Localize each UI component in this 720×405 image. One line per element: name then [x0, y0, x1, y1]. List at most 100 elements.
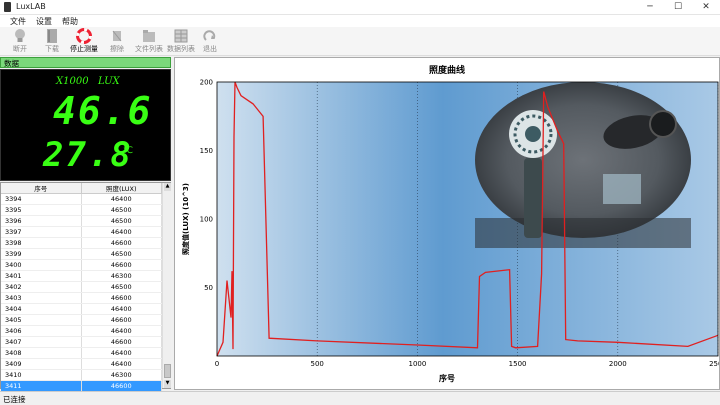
lux-cell: 46600 [81, 336, 162, 348]
index-cell: 3407 [1, 336, 82, 348]
lux-cell: 46400 [81, 303, 162, 315]
index-cell: 3408 [1, 347, 82, 359]
lux-cell: 46400 [81, 358, 162, 370]
chart-panel: 照度曲线 0500100015002000250050100150200 序号 … [174, 57, 720, 390]
lux-cell: 46400 [81, 347, 162, 359]
data-panel-header: 数据 [0, 57, 171, 68]
x-tick-label: 2500 [709, 360, 719, 368]
table-row[interactable]: 3398 46600 [1, 237, 162, 249]
index-cell: 3394 [1, 193, 82, 205]
table-row[interactable]: 3394 46400 [1, 193, 162, 205]
temperature-unit: ℃ [123, 146, 134, 156]
table-row[interactable]: 3395 46500 [1, 204, 162, 216]
photo-light-meter [603, 174, 641, 204]
index-cell: 3399 [1, 248, 82, 260]
lcd-display: X1000 LUX 46.6 27.8 ℃ [0, 69, 171, 181]
table-row[interactable]: 3410 46300 [1, 369, 162, 381]
menu-file[interactable]: 文件 [10, 16, 26, 27]
status-bar: 已连接 [0, 391, 720, 404]
x-tick-label: 1000 [408, 360, 426, 368]
erase-button[interactable]: 擦除 [100, 28, 134, 56]
lifebuoy-icon [76, 28, 92, 44]
table-header-row: 序号 照度(LUX) [1, 183, 162, 194]
lux-reading: 46.6 [53, 89, 153, 133]
table-row[interactable]: 3396 46500 [1, 215, 162, 227]
x-axis-label: 序号 [439, 373, 455, 383]
table-row[interactable]: 3397 46400 [1, 226, 162, 238]
y-tick-label: 150 [200, 147, 213, 155]
connection-status: 已连接 [3, 395, 26, 404]
y-tick-label: 50 [204, 284, 213, 292]
index-cell: 3411 [1, 380, 82, 392]
table-row[interactable]: 3400 46600 [1, 259, 162, 271]
minimize-button[interactable]: ─ [640, 0, 660, 15]
maximize-button[interactable]: ☐ [668, 0, 688, 15]
table-row[interactable]: 3402 46500 [1, 281, 162, 293]
table-row[interactable]: 3403 46600 [1, 292, 162, 304]
index-cell: 3410 [1, 369, 82, 381]
index-cell: 3395 [1, 204, 82, 216]
index-cell: 3398 [1, 237, 82, 249]
photo-background [475, 82, 691, 238]
lux-cell: 46600 [81, 259, 162, 271]
table-row[interactable]: 3407 46600 [1, 336, 162, 348]
index-cell: 3397 [1, 226, 82, 238]
lux-cell: 46600 [81, 314, 162, 326]
table-row[interactable]: 3401 46300 [1, 270, 162, 282]
table-row[interactable]: 3399 46500 [1, 248, 162, 260]
file-list-button[interactable]: 文件列表 [132, 28, 166, 56]
photo-table [475, 218, 691, 248]
y-tick-label: 200 [200, 79, 213, 87]
unit-label: LUX [98, 76, 120, 87]
download-button[interactable]: 下载 [35, 28, 69, 56]
vertical-scrollbar[interactable]: ▲ ▼ [162, 183, 171, 388]
table-row[interactable]: 3405 46600 [1, 314, 162, 326]
readings-table: 序号 照度(LUX) 3394 46400 3395 46500 3396 46500 33… [1, 183, 162, 392]
close-button[interactable]: ✕ [696, 0, 716, 15]
index-cell: 3406 [1, 325, 82, 337]
window-title: LuxLAB [16, 2, 46, 11]
lux-cell: 46500 [81, 215, 162, 227]
table-row[interactable]: 3411 46600 [1, 380, 162, 392]
index-cell: 3400 [1, 259, 82, 271]
stop-measure-button[interactable]: 停止测量 [66, 28, 102, 56]
table-row[interactable]: 3406 46400 [1, 325, 162, 337]
lux-cell: 46400 [81, 226, 162, 238]
column-header-lux[interactable]: 照度(LUX) [81, 183, 162, 194]
chart-title: 照度曲线 [429, 64, 465, 76]
x-tick-label: 0 [215, 360, 219, 368]
lux-chart[interactable]: 照度曲线 0500100015002000250050100150200 序号 … [175, 58, 720, 389]
lux-cell: 46600 [81, 292, 162, 304]
scroll-thumb[interactable] [164, 364, 171, 378]
scroll-up-icon[interactable]: ▲ [164, 183, 171, 191]
disconnect-button[interactable]: 断开 [3, 28, 37, 56]
lux-cell: 46500 [81, 281, 162, 293]
folder-icon [143, 30, 155, 42]
y-tick-label: 100 [200, 216, 213, 224]
data-panel-title: 数据 [4, 59, 19, 68]
table-row[interactable]: 3404 46400 [1, 303, 162, 315]
lux-cell: 46300 [81, 270, 162, 282]
lux-cell: 46600 [81, 380, 162, 392]
index-cell: 3404 [1, 303, 82, 315]
index-cell: 3396 [1, 215, 82, 227]
multiplier-label: X1000 [56, 76, 89, 87]
menu-bar: 文件 设置 帮助 [0, 15, 720, 27]
table-row[interactable]: 3408 46400 [1, 347, 162, 359]
lux-cell: 46500 [81, 204, 162, 216]
eraser-icon [112, 30, 122, 42]
index-cell: 3401 [1, 270, 82, 282]
column-header-index[interactable]: 序号 [1, 183, 82, 194]
temperature-reading: 27.8 [43, 135, 133, 175]
menu-help[interactable]: 帮助 [62, 16, 78, 27]
exit-arrow-icon [203, 30, 216, 41]
lightbulb-icon [15, 29, 25, 42]
index-cell: 3405 [1, 314, 82, 326]
y-axis-label: 照度值(LUX) (10^3) [181, 183, 190, 255]
menu-settings[interactable]: 设置 [36, 16, 52, 27]
exit-button[interactable]: 退出 [193, 28, 227, 56]
index-cell: 3403 [1, 292, 82, 304]
x-tick-label: 500 [311, 360, 324, 368]
table-row[interactable]: 3409 46400 [1, 358, 162, 370]
scroll-down-icon[interactable]: ▼ [164, 380, 171, 388]
